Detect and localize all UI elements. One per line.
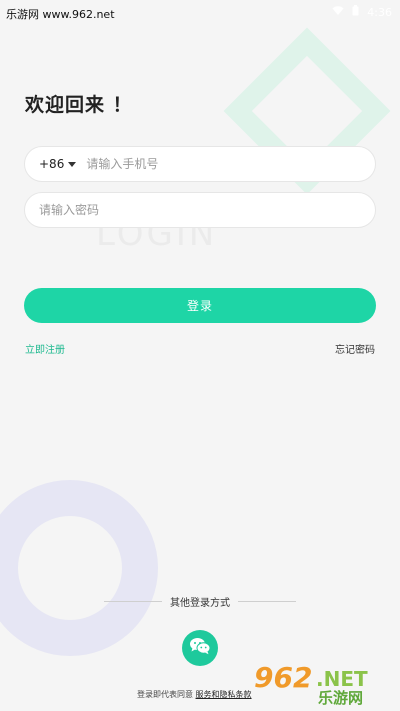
phone-input[interactable] [86, 157, 361, 171]
login-button[interactable]: 登录 [24, 288, 376, 323]
wifi-icon [332, 5, 344, 19]
register-link[interactable]: 立即注册 [25, 341, 65, 356]
battery-icon [352, 5, 359, 19]
watermark-number: 962 [254, 661, 313, 694]
wechat-login-button[interactable] [182, 630, 218, 666]
status-time: 4:36 [367, 5, 392, 19]
other-login-label: 其他登录方式 [170, 597, 230, 609]
phone-field: +86 [24, 146, 376, 182]
forgot-password-link[interactable]: 忘记密码 [335, 341, 375, 356]
chevron-down-icon [68, 161, 77, 167]
password-input[interactable] [39, 203, 361, 217]
country-code-selector[interactable]: +86 [39, 157, 77, 171]
login-screen: 乐游网 www.962.net 4:36 LOGIN 欢迎回来 ！ +86 登录… [0, 0, 400, 711]
password-field [24, 192, 376, 228]
decorative-ring [0, 480, 158, 656]
agreement-link[interactable]: 服务和隐私条款 [196, 690, 252, 699]
agreement-text: 登录即代表同意 服务和隐私条款 [137, 689, 252, 700]
country-code: +86 [39, 157, 65, 171]
watermark-cn: 乐游网 [318, 689, 364, 707]
divider-line-left [104, 600, 162, 602]
welcome-title: 欢迎回来 ！ [25, 94, 133, 116]
watermark-bottom: 962 .NET 乐游网 [254, 661, 394, 707]
watermark-top: 乐游网 www.962.net [6, 8, 115, 21]
agreement-prefix: 登录即代表同意 [137, 690, 193, 699]
wechat-icon [189, 637, 211, 659]
divider-line-right [238, 600, 296, 602]
status-bar: 4:36 [332, 5, 392, 19]
other-login-divider: 其他登录方式 [104, 594, 296, 609]
